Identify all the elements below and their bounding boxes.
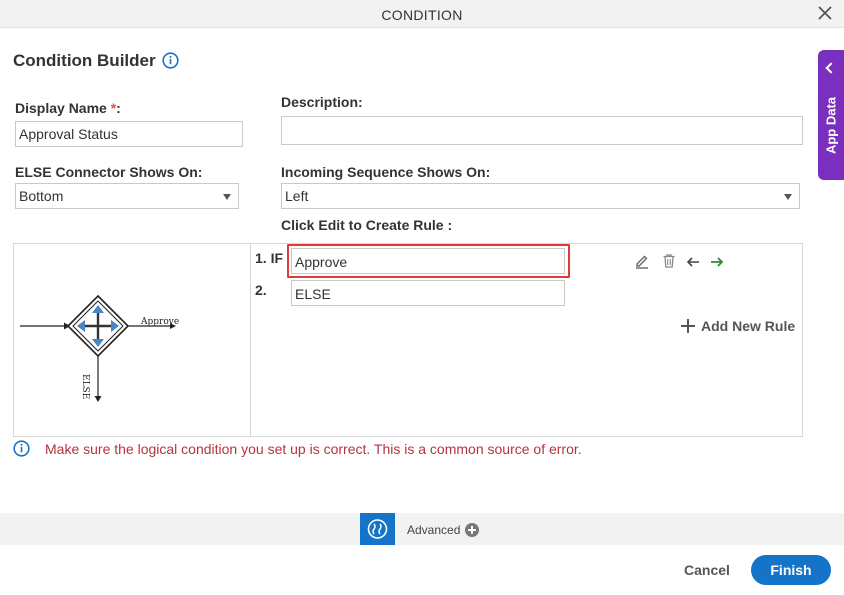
diagram-else-label: ELSE [80,374,90,400]
else-connector-label: ELSE Connector Shows On: [15,164,203,180]
cancel-button[interactable]: Cancel [684,562,730,578]
else-connector-select[interactable]: Bottom [15,183,239,209]
rule-panel-divider [250,244,251,436]
rule-label: ELSE [295,286,331,302]
arrow-left-icon[interactable] [685,254,701,270]
advanced-button[interactable] [360,513,395,545]
diagram-approve-label: Approve [141,317,180,327]
rule-input-else[interactable]: ELSE [291,280,565,306]
edit-icon[interactable] [634,253,650,269]
rule-input-approve[interactable]: Approve [291,248,565,274]
else-connector-value: Bottom [19,188,64,204]
warning-message: Make sure the logical condition you set … [45,441,582,457]
info-icon[interactable] [162,52,179,69]
display-name-label: Display Name *: [15,100,121,116]
finish-button[interactable]: Finish [751,555,831,585]
rule-number: 2. [255,282,267,298]
delete-icon[interactable] [661,253,677,269]
dialog-title: CONDITION [381,7,463,23]
advanced-icon [367,519,388,539]
close-icon[interactable] [818,6,832,20]
dialog-titlebar: CONDITION [0,0,844,28]
chevron-down-icon [784,194,792,200]
advanced-expand-icon[interactable] [465,523,479,537]
chevron-left-icon [825,62,837,74]
rule-label: Approve [295,254,348,270]
description-input[interactable] [281,116,803,145]
arrow-right-icon[interactable] [709,254,725,270]
rule-instruction: Click Edit to Create Rule : [281,217,453,233]
page-title: Condition Builder [13,51,156,70]
chevron-down-icon [223,194,231,200]
app-data-tab[interactable]: App Data [818,50,844,180]
advanced-label: Advanced [407,523,461,537]
info-icon [13,440,30,457]
add-new-rule-button[interactable]: Add New Rule [681,318,795,336]
incoming-sequence-value: Left [285,188,309,204]
incoming-sequence-select[interactable]: Left [281,183,800,209]
plus-icon [681,319,695,333]
incoming-sequence-label: Incoming Sequence Shows On: [281,164,491,180]
rule-number: 1. IF [255,250,284,266]
app-data-tab-label: App Data [823,96,839,155]
description-label: Description: [281,94,363,110]
display-name-input[interactable] [15,121,243,147]
condition-diagram [20,294,176,402]
